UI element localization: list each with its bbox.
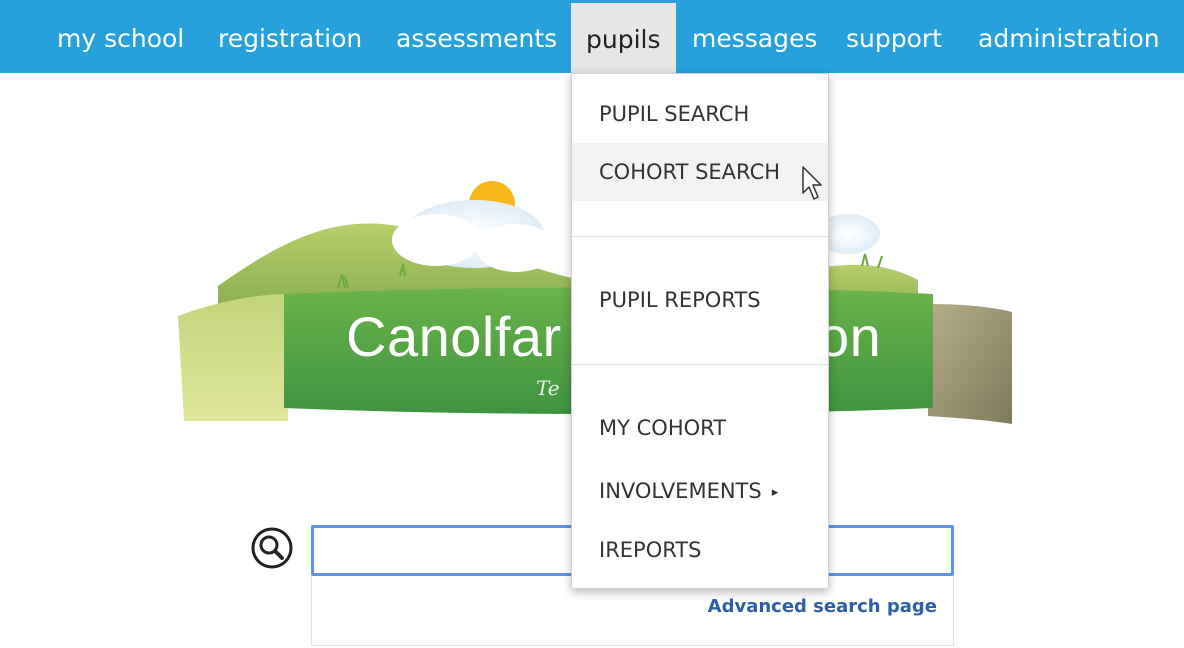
menu-item-my-cohort[interactable]: MY COHORT — [572, 399, 828, 457]
logo-text-left: Canolfar — [346, 305, 562, 368]
logo-tagline: Te — [536, 376, 560, 400]
search-icon[interactable] — [250, 526, 294, 570]
menu-item-pupil-reports[interactable]: PUPIL REPORTS — [572, 271, 828, 329]
caret-right-icon: ▸ — [771, 485, 779, 500]
nav-administration[interactable]: administration — [978, 0, 1160, 73]
nav-my-school[interactable]: my school — [57, 0, 184, 73]
top-nav-bar: my school registration assessments pupil… — [0, 0, 1184, 73]
nav-support[interactable]: support — [846, 0, 942, 73]
menu-item-cohort-search[interactable]: COHORT SEARCH — [572, 143, 828, 201]
nav-messages[interactable]: messages — [692, 0, 817, 73]
menu-item-ireports[interactable]: IREPORTS — [572, 521, 828, 579]
menu-item-involvements[interactable]: INVOLVEMENTS ▸ — [572, 462, 828, 520]
advanced-search-link[interactable]: Advanced search page — [708, 596, 937, 617]
nav-registration[interactable]: registration — [218, 0, 362, 73]
menu-divider — [572, 364, 828, 365]
menu-divider — [572, 236, 828, 237]
nav-assessments[interactable]: assessments — [396, 0, 557, 73]
mouse-pointer-icon — [801, 165, 825, 203]
menu-item-label: INVOLVEMENTS — [599, 479, 762, 503]
menu-item-pupil-search[interactable]: PUPIL SEARCH — [572, 85, 828, 143]
pupils-dropdown-menu: PUPIL SEARCH COHORT SEARCH PUPIL REPORTS… — [571, 73, 829, 589]
nav-pupils[interactable]: pupils — [571, 3, 676, 73]
